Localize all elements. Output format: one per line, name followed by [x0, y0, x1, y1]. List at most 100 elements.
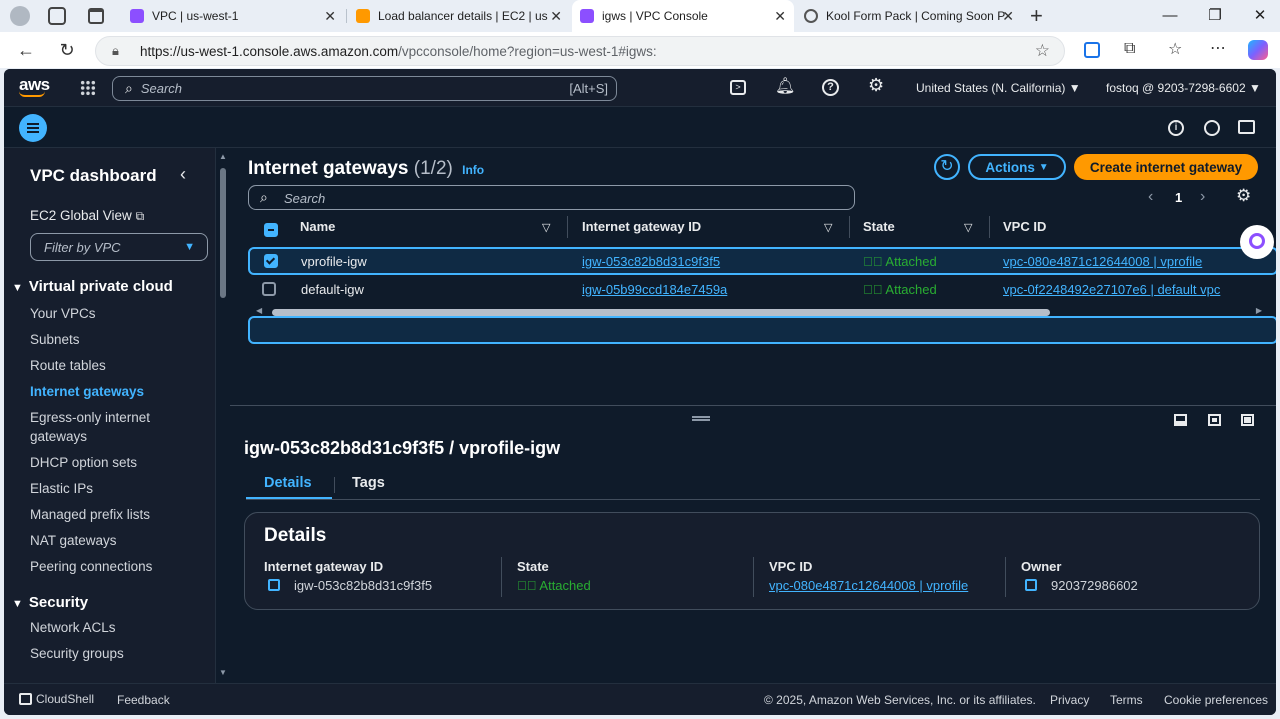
- info-circle-icon[interactable]: i: [1168, 120, 1184, 136]
- sidebar-item-route-tables[interactable]: Route tables: [30, 358, 106, 373]
- sidebar-scrollbar[interactable]: ▲ ▼: [216, 148, 230, 683]
- section-security[interactable]: ▼ Security: [12, 594, 88, 611]
- table-row-selected[interactable]: vprofile-igw igw-053c82b8d31c9f3f5 ✓⃝ At…: [248, 247, 1276, 275]
- select-all-checkbox[interactable]: [264, 223, 278, 237]
- actions-button[interactable]: Actions ▼: [968, 154, 1066, 180]
- sidebar-item-egress-only-line2[interactable]: gateways: [30, 429, 87, 444]
- collapse-sidebar-icon[interactable]: ‹: [180, 164, 186, 185]
- column-header-vpc-id[interactable]: VPC ID: [1003, 219, 1046, 234]
- drag-handle-icon[interactable]: [692, 416, 710, 421]
- extensions-icon[interactable]: ⧉: [1124, 40, 1135, 58]
- global-search-input[interactable]: ⌕ Search [Alt+S]: [112, 76, 617, 101]
- close-tab-icon[interactable]: ✕: [774, 8, 786, 25]
- sidebar-item-security-groups[interactable]: Security groups: [30, 646, 124, 661]
- menu-toggle-button[interactable]: [19, 114, 47, 142]
- browser-tab-vpc[interactable]: VPC | us-west-1 ✕: [122, 0, 344, 32]
- cloudshell-button[interactable]: CloudShell: [19, 692, 94, 706]
- scroll-thumb[interactable]: [220, 168, 226, 298]
- privacy-link[interactable]: Privacy: [1050, 693, 1089, 707]
- sidebar-item-nat-gateways[interactable]: NAT gateways: [30, 533, 117, 548]
- section-virtual-private-cloud[interactable]: ▼ Virtual private cloud: [12, 278, 173, 295]
- more-icon[interactable]: ⋯: [1210, 38, 1226, 58]
- panel-side-icon[interactable]: [1208, 414, 1221, 426]
- url-field[interactable]: 🔒︎ https://us-west-1.console.aws.amazon.…: [95, 36, 1065, 66]
- copy-icon[interactable]: [268, 579, 280, 591]
- page-number[interactable]: 1: [1175, 190, 1182, 205]
- cloudshell-icon[interactable]: >: [730, 80, 746, 95]
- scroll-thumb[interactable]: [272, 309, 1050, 316]
- column-header-state[interactable]: State: [863, 219, 895, 234]
- filter-by-vpc-select[interactable]: Filter by VPC ▼: [30, 233, 208, 261]
- sidebar-title[interactable]: VPC dashboard: [30, 166, 157, 186]
- browser-tab-koolform[interactable]: Kool Form Pack | Coming Soon Pa ✕: [796, 0, 1022, 32]
- cell-igw-id-link[interactable]: igw-05b99ccd184e7459a: [582, 282, 727, 297]
- column-header-igw-id[interactable]: Internet gateway ID: [582, 219, 701, 234]
- row-checkbox[interactable]: [262, 282, 276, 296]
- column-header-name[interactable]: Name: [300, 219, 335, 234]
- row-checkbox[interactable]: [264, 254, 278, 268]
- sidebar-item-egress-only[interactable]: Egress-only internet: [30, 410, 150, 425]
- close-tab-icon[interactable]: ✕: [550, 8, 562, 25]
- table-row[interactable]: [248, 316, 1276, 344]
- tab-actions-icon[interactable]: [88, 8, 104, 24]
- feedback-link[interactable]: Feedback: [117, 693, 170, 707]
- region-selector[interactable]: United States (N. California) ▼: [916, 81, 1081, 95]
- ec2-global-view-link[interactable]: EC2 Global View ⧉: [30, 208, 144, 224]
- cell-vpc-id-link[interactable]: vpc-080e4871c12644008 | vprofile: [1003, 254, 1202, 269]
- apps-grid-icon[interactable]: [80, 80, 96, 96]
- copilot-icon[interactable]: [1248, 40, 1268, 60]
- tab-details[interactable]: Details: [246, 470, 332, 500]
- sidebar-item-subnets[interactable]: Subnets: [30, 332, 80, 347]
- create-internet-gateway-button[interactable]: Create internet gateway: [1074, 154, 1258, 180]
- table-horizontal-scrollbar[interactable]: ◀ ▶: [254, 306, 1264, 318]
- sidebar-item-internet-gateways[interactable]: Internet gateways: [30, 384, 144, 399]
- table-settings-gear-icon[interactable]: ⚙: [1236, 186, 1251, 206]
- help-icon[interactable]: ?: [822, 79, 839, 96]
- account-menu[interactable]: fostoq @ 9203-7298-6602 ▼: [1106, 81, 1261, 95]
- table-search-input[interactable]: ⌕ Search: [248, 185, 855, 210]
- feedback-icon[interactable]: [1204, 120, 1220, 136]
- restore-icon[interactable]: ❐: [1203, 4, 1227, 28]
- panel-bottom-icon[interactable]: [1174, 414, 1187, 426]
- refresh-button[interactable]: ↻: [934, 154, 960, 180]
- aws-logo[interactable]: aws: [19, 75, 50, 97]
- settings-gear-icon[interactable]: ⚙: [868, 75, 884, 96]
- field-value-vpc-link[interactable]: vpc-080e4871c12644008 | vprofile: [769, 578, 968, 593]
- terms-link[interactable]: Terms: [1110, 693, 1143, 707]
- next-page-icon[interactable]: ›: [1200, 188, 1205, 206]
- cell-vpc-id-link[interactable]: vpc-0f2248492e27107e6 | default vpc: [1003, 282, 1220, 297]
- split-screen-icon[interactable]: [1084, 42, 1100, 58]
- profile-avatar[interactable]: [10, 6, 30, 26]
- favorite-star-icon[interactable]: ☆: [1035, 41, 1050, 61]
- close-window-icon[interactable]: ✕: [1248, 4, 1272, 28]
- close-tab-icon[interactable]: ✕: [1002, 8, 1014, 25]
- info-link[interactable]: Info: [462, 163, 484, 177]
- sidebar-item-elastic-ips[interactable]: Elastic IPs: [30, 481, 93, 496]
- workspaces-icon[interactable]: [48, 7, 66, 25]
- browser-tab-ec2[interactable]: Load balancer details | EC2 | us-w ✕: [348, 0, 570, 32]
- panel-full-icon[interactable]: [1241, 414, 1254, 426]
- sidebar-item-prefix-lists[interactable]: Managed prefix lists: [30, 507, 150, 522]
- prev-page-icon[interactable]: ‹: [1148, 188, 1153, 206]
- notifications-bell-icon[interactable]: 🔔︎: [775, 76, 795, 96]
- cell-igw-id-link[interactable]: igw-053c82b8d31c9f3f5: [582, 254, 720, 269]
- sort-caret-icon[interactable]: ▽: [964, 221, 972, 234]
- sidebar-item-peering[interactable]: Peering connections: [30, 559, 152, 574]
- sort-caret-icon[interactable]: ▽: [542, 221, 550, 234]
- screen-icon[interactable]: [1238, 120, 1255, 134]
- minimize-icon[interactable]: —: [1158, 4, 1182, 28]
- copy-icon[interactable]: [1025, 579, 1037, 591]
- new-tab-icon[interactable]: +: [1030, 3, 1043, 29]
- refresh-icon[interactable]: ↻: [55, 38, 79, 62]
- browser-tab-igws[interactable]: igws | VPC Console ✕: [572, 0, 794, 32]
- close-tab-icon[interactable]: ✕: [324, 8, 336, 25]
- favorites-icon[interactable]: ☆: [1168, 39, 1182, 59]
- assistant-headset-icon[interactable]: [1240, 225, 1274, 259]
- table-row[interactable]: default-igw igw-05b99ccd184e7459a ✓⃝ Att…: [248, 276, 1276, 304]
- tab-tags[interactable]: Tags: [352, 475, 385, 491]
- sidebar-item-your-vpcs[interactable]: Your VPCs: [30, 306, 96, 321]
- sort-caret-icon[interactable]: ▽: [824, 221, 832, 234]
- sidebar-item-network-acls[interactable]: Network ACLs: [30, 620, 116, 635]
- sidebar-item-dhcp[interactable]: DHCP option sets: [30, 455, 137, 470]
- cookie-preferences-link[interactable]: Cookie preferences: [1164, 693, 1268, 707]
